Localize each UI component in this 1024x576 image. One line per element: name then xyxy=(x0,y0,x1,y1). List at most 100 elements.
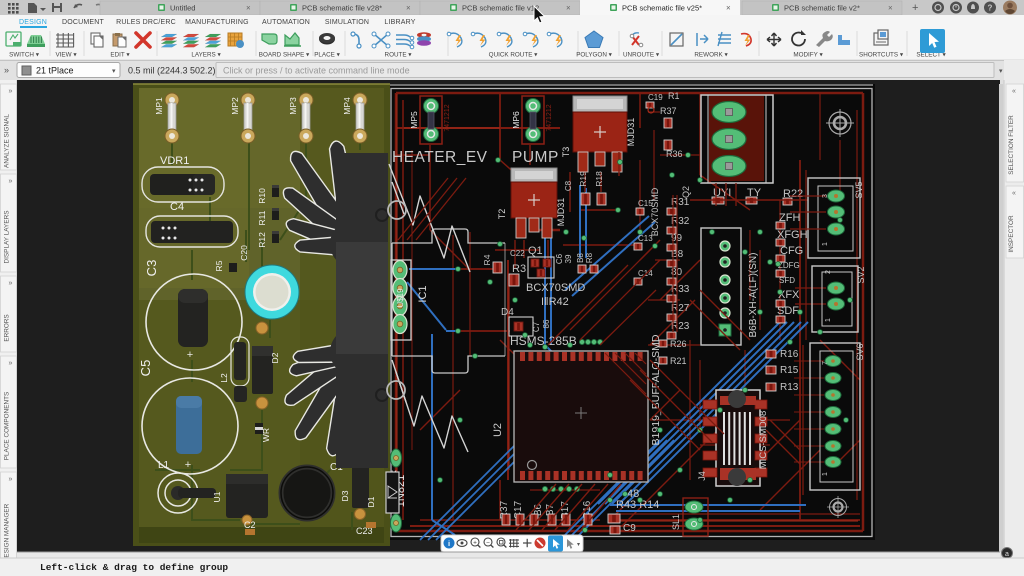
svg-text:Click or press / to activate c: Click or press / to activate command lin… xyxy=(223,66,410,76)
svg-text:C5: C5 xyxy=(138,360,153,377)
svg-text:D4: D4 xyxy=(501,307,514,318)
svg-text:×: × xyxy=(246,4,251,13)
svg-text:QUICK ROUTE ▾: QUICK ROUTE ▾ xyxy=(489,52,538,59)
svg-text:SL1: SL1 xyxy=(671,514,681,530)
svg-text:Q2: Q2 xyxy=(681,186,691,198)
svg-text:R11: R11 xyxy=(257,210,267,225)
svg-text:MP3: MP3 xyxy=(288,97,298,115)
svg-text:86: 86 xyxy=(542,319,551,328)
svg-text:BCX70SMD: BCX70SMD xyxy=(650,187,660,236)
svg-text:»: » xyxy=(9,178,13,185)
svg-text:»: » xyxy=(4,65,9,75)
svg-text:D2: D2 xyxy=(270,352,280,363)
svg-text:Q1: Q1 xyxy=(528,245,543,257)
svg-text:R33: R33 xyxy=(671,284,690,295)
svg-text:D1: D1 xyxy=(366,496,376,507)
svg-text:PCB schematic file v2*: PCB schematic file v2* xyxy=(784,4,860,13)
svg-text:B6B-XH-A(LF)(SN): B6B-XH-A(LF)(SN) xyxy=(748,252,759,337)
svg-text:R16: R16 xyxy=(780,349,799,360)
svg-text:R21: R21 xyxy=(670,356,687,366)
svg-text:LIBRARY: LIBRARY xyxy=(384,19,415,26)
svg-text:SV6: SV6 xyxy=(855,343,865,360)
svg-text:−: − xyxy=(486,540,490,547)
svg-text:R8: R8 xyxy=(585,252,594,263)
svg-text:MJD31: MJD31 xyxy=(556,198,566,227)
svg-text:R37: R37 xyxy=(660,106,677,116)
svg-text:DESIGN MANAGER: DESIGN MANAGER xyxy=(4,503,11,562)
svg-text:PCB schematic file v12: PCB schematic file v12 xyxy=(462,4,539,13)
svg-text:C15: C15 xyxy=(638,199,653,208)
svg-text:POLYGON ▾: POLYGON ▾ xyxy=(576,52,612,59)
svg-text:R12: R12 xyxy=(257,232,267,248)
svg-text:C3: C3 xyxy=(144,260,159,277)
svg-text:»: » xyxy=(9,360,13,367)
svg-text:R26: R26 xyxy=(670,339,687,349)
svg-text:U2: U2 xyxy=(492,423,504,437)
svg-text:L2: L2 xyxy=(219,373,229,383)
svg-text:MP5: MP5 xyxy=(409,111,419,129)
svg-text:C4: C4 xyxy=(170,201,184,213)
svg-text:WR: WR xyxy=(261,428,271,442)
svg-text:SWITCH ▾: SWITCH ▾ xyxy=(9,52,39,59)
svg-text:7: 7 xyxy=(822,361,829,365)
svg-text:C19: C19 xyxy=(648,93,663,102)
svg-text:U$19: U$19 xyxy=(396,288,405,308)
svg-text:LAYERS ▾: LAYERS ▾ xyxy=(191,52,220,59)
svg-text:I‖R42: I‖R42 xyxy=(541,296,569,308)
svg-text:ROUTE ▾: ROUTE ▾ xyxy=(385,52,412,59)
svg-text:MODIFY ▾: MODIFY ▾ xyxy=(793,52,822,59)
svg-text:BCX70SMD: BCX70SMD xyxy=(526,282,585,294)
svg-text:PCB schematic file v25*: PCB schematic file v25* xyxy=(622,4,702,13)
svg-text:»: » xyxy=(9,88,13,95)
svg-text:B8: B8 xyxy=(576,253,585,263)
svg-text:R5: R5 xyxy=(214,260,224,271)
svg-text:▾: ▾ xyxy=(577,542,580,548)
svg-text:R13: R13 xyxy=(780,382,799,393)
svg-text:MANUFACTURING: MANUFACTURING xyxy=(185,19,249,26)
svg-text:MJD31: MJD31 xyxy=(626,118,636,147)
svg-text:SELECTION FILTER: SELECTION FILTER xyxy=(1008,115,1015,175)
svg-text:?: ? xyxy=(988,4,993,13)
svg-text:+: + xyxy=(187,349,193,361)
svg-text:DISPLAY LAYERS: DISPLAY LAYERS xyxy=(4,211,11,264)
svg-text:PCB schematic file v28*: PCB schematic file v28* xyxy=(302,4,382,13)
svg-text:AUTOMATION: AUTOMATION xyxy=(262,19,310,26)
svg-text:×: × xyxy=(888,4,893,13)
svg-text:7471212: 7471212 xyxy=(546,104,553,131)
svg-text:C6: C6 xyxy=(555,253,564,264)
svg-text:C8: C8 xyxy=(564,180,573,191)
svg-text:+: + xyxy=(185,459,191,471)
svg-text:+: + xyxy=(912,2,918,14)
svg-text:ERRORS: ERRORS xyxy=(4,314,11,341)
svg-text:L1: L1 xyxy=(158,460,170,471)
svg-text:VDR1: VDR1 xyxy=(160,155,189,167)
svg-text:MP2: MP2 xyxy=(230,97,240,115)
svg-text:PLACE ▾: PLACE ▾ xyxy=(314,52,340,59)
svg-text:U1: U1 xyxy=(212,491,222,502)
svg-text:2: 2 xyxy=(825,270,832,274)
svg-text:21 tPlace: 21 tPlace xyxy=(36,66,74,76)
svg-text:R10: R10 xyxy=(257,188,267,204)
svg-text:+: + xyxy=(473,540,477,547)
svg-text:T2: T2 xyxy=(497,209,507,220)
svg-text:R32: R32 xyxy=(671,216,690,227)
svg-text:REWORK ▾: REWORK ▾ xyxy=(694,52,727,59)
svg-text:Untitled: Untitled xyxy=(170,4,195,13)
svg-text:R3: R3 xyxy=(512,263,526,275)
svg-text:3: 3 xyxy=(822,194,829,198)
svg-text:BOARD SHAPE ▾: BOARD SHAPE ▾ xyxy=(259,52,309,59)
svg-text:«: « xyxy=(1012,88,1016,95)
svg-text:SV2: SV2 xyxy=(856,266,866,283)
svg-text:R27: R27 xyxy=(671,303,690,314)
svg-text:C7: C7 xyxy=(532,321,541,332)
svg-text:HEATER_EV: HEATER_EV xyxy=(392,149,488,166)
svg-text:C2: C2 xyxy=(244,520,256,530)
svg-text:×: × xyxy=(406,4,411,13)
svg-text:R36: R36 xyxy=(666,149,683,159)
svg-text:DESIGN: DESIGN xyxy=(19,19,47,26)
svg-text:EDIT ▾: EDIT ▾ xyxy=(110,52,129,59)
svg-text:IC1: IC1 xyxy=(417,285,429,302)
svg-text:«: « xyxy=(1012,190,1016,197)
svg-text:Left-click & drag to define gr: Left-click & drag to define group xyxy=(40,562,228,573)
svg-text:J4: J4 xyxy=(697,471,707,481)
